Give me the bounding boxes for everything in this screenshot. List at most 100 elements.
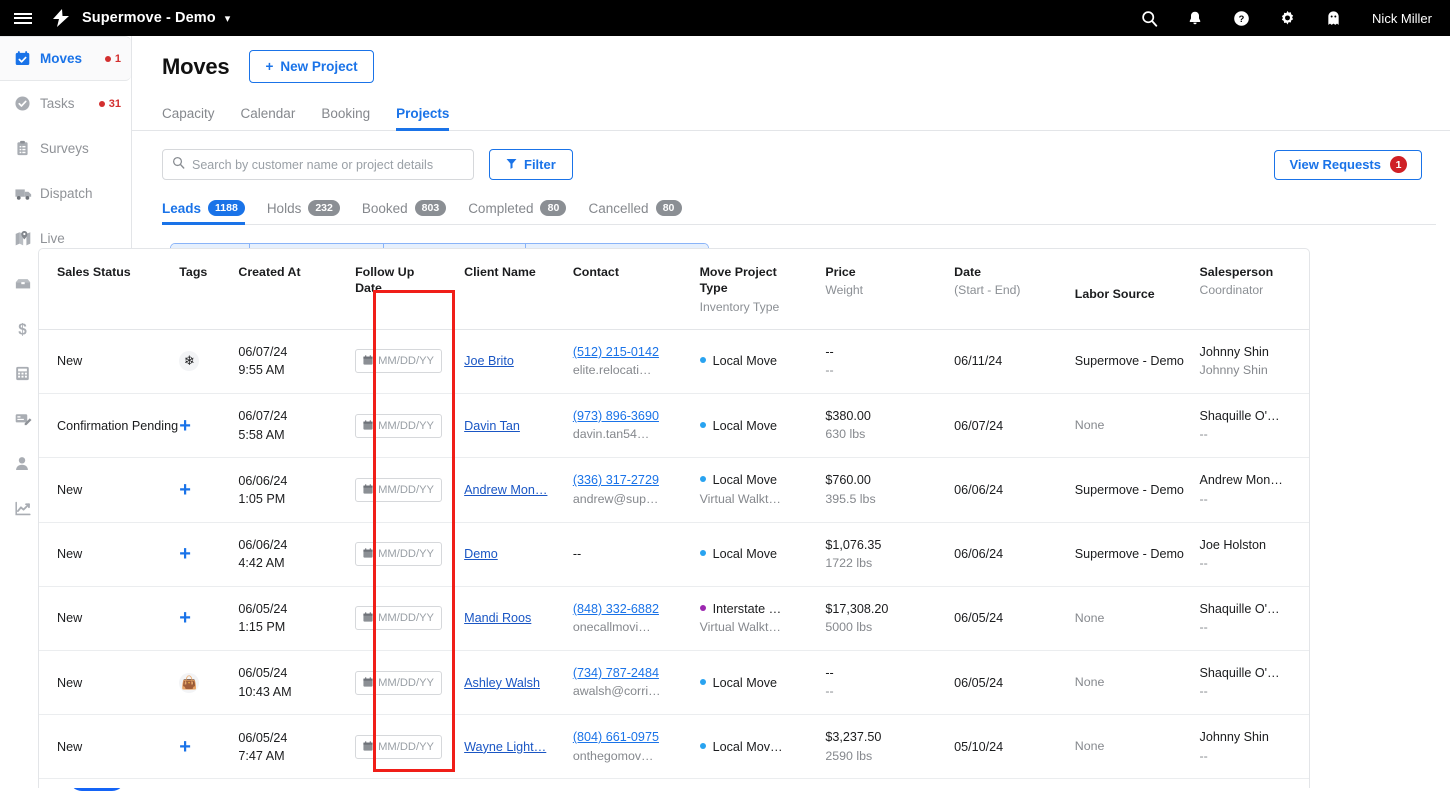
cell-tags: ❄ [179,329,227,395]
follow-up-date-input[interactable]: MM/DD/YY [355,606,443,631]
cell-created-date: 06/07/24 [238,345,288,360]
chevron-down-icon[interactable]: ▾ [225,12,231,25]
client-name-link[interactable]: Demo [464,547,498,561]
chart-line-icon [14,500,40,517]
cell-salesperson: Shaquille O'… -- [1189,650,1309,716]
follow-up-date-placeholder: MM/DD/YY [378,548,435,561]
table-row[interactable]: Confirmation Pending +06/07/24 5:58 AM MM/D… [39,393,1309,459]
sidebar-item-surveys[interactable]: Surveys [0,126,131,171]
table-row[interactable]: New ❄ 06/07/24 9:55 AM MM/DD/YY Joe Brito (512… [39,329,1309,395]
search-input[interactable] [192,157,464,172]
status-tab-booked[interactable]: Booked 803 [362,200,447,224]
col-move-project-type[interactable]: Move Project Type Inventory Type [677,249,807,330]
col-tags[interactable]: Tags [179,249,227,330]
tab-capacity[interactable]: Capacity [162,106,215,130]
cell-weight-value: 395.5 lbs [825,491,876,506]
sidebar-badge-count: 1 [114,52,121,65]
table-header-row: Sales Status Tags Created At Follow Up D… [39,249,1309,330]
table-row[interactable]: New +06/06/24 1:05 PM MM/DD/YY Andrew Mon… (3… [39,457,1309,523]
col-sales-status[interactable]: Sales Status [39,249,180,330]
cell-phone-link[interactable]: (848) 332-6882 [573,600,678,618]
search-icon[interactable] [1126,0,1172,36]
cell-date [935,778,1061,788]
cell-phone-link[interactable]: (512) 215-0142 [573,343,678,361]
cell-salesperson: Johnny Shin -- [1189,714,1309,780]
follow-up-date-input[interactable]: MM/DD/YY [355,413,443,438]
cell-phone-link[interactable]: (336) 317-2729 [573,471,678,489]
client-name-link[interactable]: Andrew Mon… [464,483,547,497]
table-row-partial[interactable]: 05/30/24MM/DD/YY (760) 987-5058 $587.10 Sup… [39,778,1309,788]
search-box[interactable] [162,149,474,180]
col-client-name[interactable]: Client Name [444,249,549,330]
add-tag-button[interactable]: + [179,607,191,629]
cell-tags: + [179,522,227,587]
cell-price: -- -- [806,650,936,716]
table-row[interactable]: New +06/05/24 7:47 AM MM/DD/YY Wayne Light…(… [39,714,1309,780]
client-name-link[interactable]: Davin Tan [464,419,520,433]
table-row[interactable]: New +06/05/24 1:15 PM MM/DD/YY Mandi Roos (84… [39,586,1309,652]
follow-up-date-input[interactable]: MM/DD/YY [355,670,443,695]
filter-button[interactable]: Filter [489,149,573,180]
cell-created-at: 06/05/24 10:43 AM [226,650,332,716]
project-type-dot [699,421,706,428]
follow-up-date-placeholder: MM/DD/YY [378,419,435,432]
cell-created-at: 06/06/24 4:42 AM [226,522,332,587]
status-tab-completed[interactable]: Completed 80 [468,200,567,224]
cell-weight-value: 630 lbs [825,427,866,442]
sidebar-badge-count: 31 [108,97,121,110]
gear-icon[interactable] [1264,0,1310,36]
col-salesperson[interactable]: Salesperson Coordinator [1189,249,1309,330]
tag-emoji[interactable]: 👜 [179,672,200,693]
table-row[interactable]: New +06/06/24 4:42 AM MM/DD/YY Demo -- Local M… [39,522,1309,587]
tab-calendar[interactable]: Calendar [241,106,296,130]
follow-up-date-input[interactable]: MM/DD/YY [355,542,443,567]
add-tag-button[interactable]: + [179,415,191,437]
col-follow-up-date[interactable]: Follow Up Date [331,249,445,330]
new-project-button[interactable]: + New Project [249,50,374,83]
cell-date: 06/05/24 [935,650,1061,716]
add-tag-button[interactable]: + [179,479,191,501]
follow-up-date-input[interactable]: MM/DD/YY [355,734,443,759]
user-name[interactable]: Nick Miller [1372,11,1432,26]
sidebar-item-dispatch[interactable]: Dispatch [0,171,131,216]
col-date[interactable]: Date (Start - End) [935,249,1061,330]
follow-up-date-input[interactable]: MM/DD/YY [355,349,443,374]
client-name-link[interactable]: Ashley Walsh [464,676,540,690]
add-tag-button[interactable]: + [179,543,191,565]
sidebar-item-moves[interactable]: Moves 1 [0,36,131,81]
cell-price: $760.00 395.5 lbs [806,457,936,523]
col-created-at[interactable]: Created At [226,249,332,330]
ghost-icon[interactable] [1310,0,1356,36]
cell-price-value: -- [825,666,834,681]
status-tab-count: 80 [540,200,567,216]
view-requests-button[interactable]: View Requests 1 [1274,149,1422,180]
cell-contact: (734) 787-2484 awalsh@corri… [548,650,678,716]
cell-phone-link[interactable]: (734) 787-2484 [573,664,678,682]
client-name-link[interactable]: Joe Brito [464,354,514,368]
cell-phone-link[interactable]: (973) 896-3690 [573,407,678,425]
tab-booking[interactable]: Booking [321,106,370,130]
add-tag-button[interactable]: + [179,736,191,758]
client-name-link[interactable]: Wayne Light… [464,740,546,754]
cell-date: 06/06/24 [935,457,1061,523]
status-tab-leads[interactable]: Leads 1188 [162,200,245,225]
cell-salesperson-value: Johnny Shin [1199,730,1269,745]
help-icon[interactable]: ? [1218,0,1264,36]
table-row[interactable]: New 👜 06/05/24 10:43 AM MM/DD/YY Ashley Walsh… [39,650,1309,716]
sidebar-item-tasks[interactable]: Tasks 31 [0,81,131,126]
bell-icon[interactable] [1172,0,1218,36]
client-name-link[interactable]: Mandi Roos [464,611,531,625]
col-price[interactable]: Price Weight [806,249,936,330]
col-labor-source[interactable]: Labor Source [1060,249,1190,330]
tab-projects[interactable]: Projects [396,106,450,131]
cell-date: 06/06/24 [935,522,1061,587]
status-tab-cancelled[interactable]: Cancelled 80 [588,200,682,224]
col-contact[interactable]: Contact [548,249,678,330]
projects-table: Sales Status Tags Created At Follow Up D… [38,248,1310,788]
hamburger-icon[interactable] [0,10,46,26]
status-tab-holds[interactable]: Holds 232 [267,200,340,224]
cell-phone-link[interactable]: (804) 661-0975 [573,728,678,746]
check-circle-icon [14,95,40,112]
follow-up-date-input[interactable]: MM/DD/YY [355,477,443,502]
tag-emoji[interactable]: ❄ [179,351,200,372]
